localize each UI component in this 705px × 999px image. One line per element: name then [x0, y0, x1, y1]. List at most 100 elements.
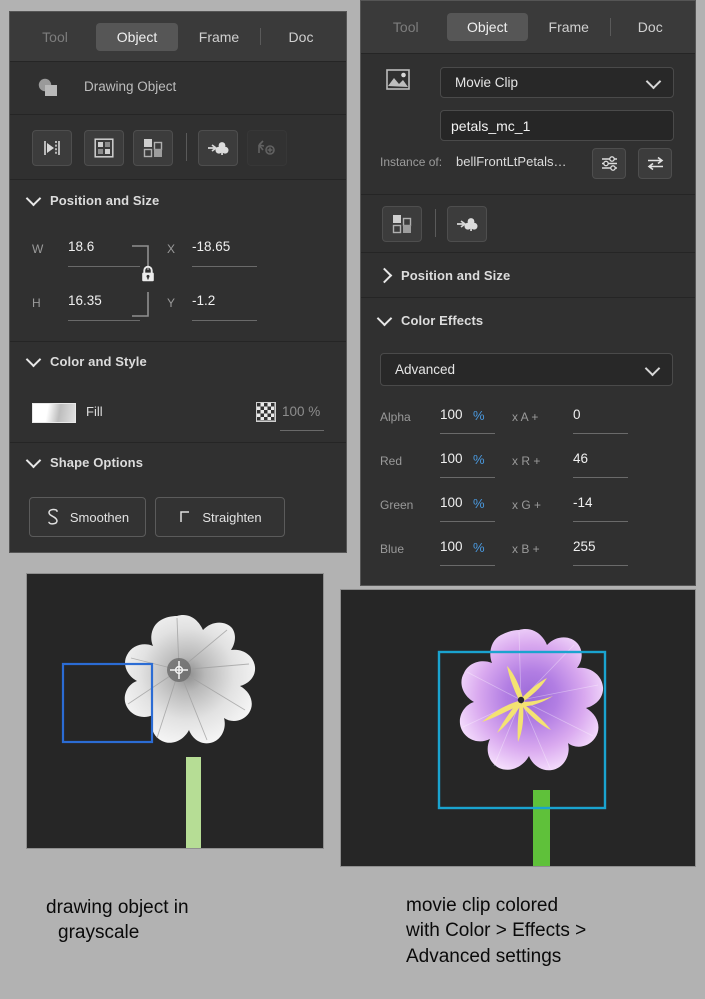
tab-frame[interactable]: Frame [178, 23, 260, 51]
x-label: X [167, 242, 176, 256]
smoothen-icon [48, 508, 58, 525]
section-position-and-size[interactable]: Position and Size [361, 253, 695, 297]
break-apart-icon [247, 130, 287, 166]
tab-tool-label: Tool [392, 19, 419, 35]
chevron-down-icon [645, 73, 662, 89]
channel-multiplier-label: x R + [512, 454, 541, 468]
chevron-down-icon [376, 310, 393, 326]
tab-frame[interactable]: Frame [528, 13, 610, 41]
w-label: W [32, 242, 44, 256]
tab-doc[interactable]: Doc [609, 13, 692, 41]
movie-clip-icon [386, 68, 412, 92]
fill-swatch[interactable] [32, 403, 76, 423]
channel-offset[interactable]: -14 [573, 495, 593, 510]
channel-offset-underline [573, 433, 628, 434]
colored-flower-stage[interactable] [340, 589, 696, 867]
section-title: Shape Options [50, 454, 144, 470]
section-color-and-style[interactable]: Color and Style [10, 342, 346, 380]
grayscale-flower-stage[interactable] [26, 573, 324, 849]
instance-name-input[interactable]: petals_mc_1 [440, 110, 674, 141]
toolbar-separator [435, 209, 436, 237]
align-icon[interactable] [84, 130, 124, 166]
section-color-effects[interactable]: Color Effects [361, 298, 695, 342]
symbol-type-dropdown[interactable]: Movie Clip [440, 67, 674, 98]
channel-multiplier-label: x B + [512, 542, 540, 556]
channel-percent[interactable]: 100 [440, 451, 463, 466]
tab-tool[interactable]: Tool [365, 13, 447, 41]
straighten-button[interactable]: Straighten [155, 497, 285, 537]
tab-doc-label: Doc [288, 28, 314, 45]
channel-offset-underline [573, 521, 628, 522]
symbol-properties-icon[interactable] [592, 148, 626, 179]
arrange-icon[interactable] [133, 130, 173, 166]
symbol-type-value: Movie Clip [455, 75, 519, 90]
channel-offset[interactable]: 0 [573, 407, 581, 422]
left-tab-strip: Tool Object Frame Doc [10, 12, 346, 61]
colored-flower-artwork [341, 590, 695, 866]
section-title: Color and Style [50, 353, 147, 369]
drawing-object-icon [36, 76, 62, 100]
channel-offset-underline [573, 477, 628, 478]
tab-object[interactable]: Object [446, 13, 528, 41]
alpha-checker-icon [256, 402, 276, 422]
channel-percent[interactable]: 100 [440, 495, 463, 510]
instance-name-value: petals_mc_1 [451, 117, 531, 134]
color-style-fields: Fill 100 % [10, 380, 346, 442]
fill-alpha-value[interactable]: 100 % [282, 404, 320, 419]
tab-doc[interactable]: Doc [260, 23, 342, 51]
channel-label: Alpha [380, 410, 411, 424]
channel-offset[interactable]: 46 [573, 451, 588, 466]
arrange-icon[interactable] [382, 206, 422, 242]
section-shape-options[interactable]: Shape Options [10, 443, 346, 481]
object-type-row: Drawing Object [10, 62, 346, 114]
x-underline [192, 266, 257, 267]
color-effect-mode-value: Advanced [395, 362, 456, 377]
convert-to-symbol-icon[interactable] [198, 130, 238, 166]
color-effect-mode-dropdown[interactable]: Advanced [380, 353, 673, 386]
chevron-down-icon [25, 190, 42, 206]
channel-percent[interactable]: 100 [440, 407, 463, 422]
left-icon-toolbar [10, 115, 346, 179]
tab-frame-label: Frame [198, 28, 240, 45]
w-value[interactable]: 18.6 [68, 239, 94, 254]
tab-tool-label: Tool [42, 28, 68, 45]
right-properties-panel: Tool Object Frame Doc Movie Clip petals_… [360, 0, 696, 586]
swap-symbol-icon[interactable] [638, 148, 672, 179]
left-properties-panel: Tool Object Frame Doc Drawing Object Pos… [9, 11, 347, 553]
x-value[interactable]: -18.65 [192, 239, 230, 254]
h-label: H [32, 296, 41, 310]
instance-of-value[interactable]: bellFrontLtPetals… [456, 154, 567, 169]
y-value[interactable]: -1.2 [192, 293, 215, 308]
channel-percent-unit: % [473, 540, 485, 555]
color-effect-row: Blue 100% x B + 255 [361, 529, 695, 573]
color-effect-row: Green 100% x G + -14 [361, 485, 695, 529]
smoothen-button[interactable]: Smoothen [29, 497, 146, 537]
color-effect-row: Red 100% x R + 46 [361, 441, 695, 485]
channel-label: Green [380, 498, 414, 512]
section-title: Color Effects [401, 312, 484, 328]
chevron-down-icon [25, 452, 42, 468]
straighten-icon [180, 511, 190, 522]
channel-percent-underline [440, 521, 495, 522]
instance-of-label: Instance of: [380, 155, 443, 169]
symbol-info-block: Movie Clip petals_mc_1 Instance of: bell… [361, 54, 695, 194]
shape-options-buttons: Smoothen Straighten [10, 481, 346, 553]
channel-percent-underline [440, 565, 495, 566]
tab-tool[interactable]: Tool [14, 23, 96, 51]
caption-line: grayscale [58, 922, 140, 944]
channel-percent-underline [440, 433, 495, 434]
channel-percent[interactable]: 100 [440, 539, 463, 554]
tab-object[interactable]: Object [96, 22, 178, 51]
h-value[interactable]: 16.35 [68, 293, 102, 308]
fill-alpha-underline [280, 430, 324, 431]
caption-line: drawing object in [46, 897, 189, 918]
toolbar-separator [186, 133, 187, 161]
convert-to-symbol-icon[interactable] [447, 206, 487, 242]
y-label: Y [167, 296, 176, 310]
flip-horizontal-icon[interactable] [32, 130, 72, 166]
lock-icon[interactable] [140, 265, 156, 283]
color-effect-row: Alpha 100% x A + 0 [361, 397, 695, 441]
chevron-down-icon [644, 360, 661, 376]
section-position-and-size[interactable]: Position and Size [10, 180, 346, 220]
channel-offset[interactable]: 255 [573, 539, 596, 554]
